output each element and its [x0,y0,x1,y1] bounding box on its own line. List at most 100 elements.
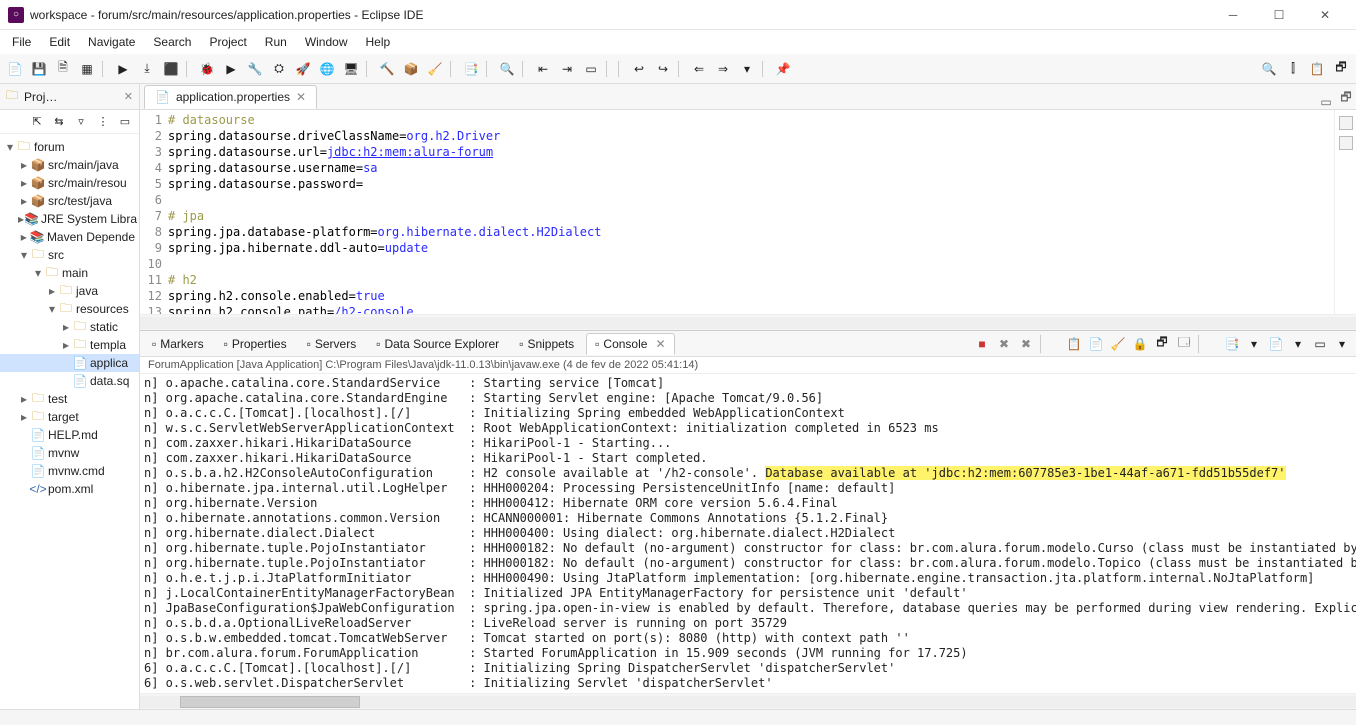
console-tool-13[interactable]: 📄 [1266,334,1286,354]
editor-tab-application-properties[interactable]: 📄 application.properties ✕ [144,85,317,109]
toolbar-button-31[interactable]: ↪ [652,58,674,80]
toolbar-right-button-1[interactable]: ⫿ [1282,58,1304,80]
tree-node[interactable]: ▸📦src/test/java [0,192,139,210]
console-tool-6[interactable]: 🧹 [1108,334,1128,354]
console-tool-14[interactable]: ▾ [1288,334,1308,354]
tab-servers[interactable]: ▫Servers [299,334,365,354]
twisty-icon[interactable]: ▸ [18,158,30,172]
menu-project[interactable]: Project [201,33,254,51]
toolbar-button-11[interactable]: 🔧 [244,58,266,80]
console-tool-7[interactable]: 🔒 [1130,334,1150,354]
menu-window[interactable]: Window [297,33,356,51]
console-tool-12[interactable]: ▾ [1244,334,1264,354]
console-tool-8[interactable]: 🗗 [1152,334,1172,354]
minimize-button[interactable]: ─ [1210,0,1256,30]
editor-restore-button[interactable]: 🗗 [1336,88,1356,109]
toolbar-right-button-0[interactable]: 🔍 [1258,58,1280,80]
tree-node[interactable]: 📄mvnw [0,444,139,462]
toolbar-button-23[interactable]: 🔍 [496,58,518,80]
close-icon[interactable]: ✕ [655,337,665,351]
menu-help[interactable]: Help [358,33,399,51]
menu-search[interactable]: Search [145,33,199,51]
tab-properties[interactable]: ▫Properties [216,334,295,354]
filter-button[interactable]: ▿ [71,112,91,132]
tree-node[interactable]: ▸🗀test [0,390,139,408]
twisty-icon[interactable]: ▸ [46,284,58,298]
console-tool-0[interactable]: ■ [972,334,992,354]
maximize-button[interactable]: ☐ [1256,0,1302,30]
console-tool-15[interactable]: ▭ [1310,334,1330,354]
console-tool-5[interactable]: 📄 [1086,334,1106,354]
menu-edit[interactable]: Edit [41,33,78,51]
tree-node[interactable]: 📄applica [0,354,139,372]
tree-node[interactable]: ▸📚Maven Depende [0,228,139,246]
tree-node[interactable]: ▾🗀src [0,246,139,264]
task-list-icon[interactable] [1339,136,1353,150]
editor-maximize-button[interactable]: ▭ [1316,95,1336,109]
twisty-icon[interactable]: ▸ [18,392,30,406]
toolbar-button-15[interactable]: 🖥 [340,58,362,80]
tree-node[interactable]: ▸🗀java [0,282,139,300]
toolbar-button-1[interactable]: 💾 [28,58,50,80]
console-horizontal-scrollbar[interactable] [140,693,1356,709]
tree-node[interactable]: ▸🗀templa [0,336,139,354]
close-button[interactable]: ✕ [1302,0,1348,30]
tree-node[interactable]: </>pom.xml [0,480,139,498]
tab-markers[interactable]: ▫Markers [144,334,212,354]
toolbar-button-2[interactable]: 🗎 [52,58,74,80]
toolbar-button-14[interactable]: 🌐 [316,58,338,80]
tree-node[interactable]: ▾🗀forum [0,138,139,156]
toolbar-right-button-2[interactable]: 📋 [1306,58,1328,80]
tab-data-source-explorer[interactable]: ▫Data Source Explorer [368,334,507,354]
console-output[interactable]: n] o.apache.catalina.core.StandardServic… [140,374,1356,693]
tree-node[interactable]: ▾🗀resources [0,300,139,318]
toolbar-button-21[interactable]: 📑 [460,58,482,80]
toolbar-button-9[interactable]: 🐞 [196,58,218,80]
toolbar-button-7[interactable]: ⬛ [160,58,182,80]
toolbar-button-12[interactable]: ⛭ [268,58,290,80]
link-editor-button[interactable]: ⇆ [49,112,69,132]
toolbar-button-27[interactable]: ▭ [580,58,602,80]
toolbar-button-34[interactable]: ⇒ [712,58,734,80]
twisty-icon[interactable]: ▸ [18,230,30,244]
twisty-icon[interactable]: ▾ [4,140,16,154]
console-tool-1[interactable]: ✖ [994,334,1014,354]
toolbar-button-33[interactable]: ⇐ [688,58,710,80]
project-tree[interactable]: ▾🗀forum▸📦src/main/java▸📦src/main/resou▸📦… [0,134,139,709]
tree-node[interactable]: ▾🗀main [0,264,139,282]
console-tool-11[interactable]: 📑 [1222,334,1242,354]
code-area[interactable]: # datasourse spring.datasourse.driveClas… [168,110,1334,314]
collapse-all-button[interactable]: ⇱ [27,112,47,132]
menu-navigate[interactable]: Navigate [80,33,143,51]
toolbar-button-5[interactable]: ▶ [112,58,134,80]
twisty-icon[interactable]: ▾ [18,248,30,262]
menu-file[interactable]: File [4,33,39,51]
tree-node[interactable]: 📄mvnw.cmd [0,462,139,480]
tree-node[interactable]: 📄data.sq [0,372,139,390]
close-icon[interactable]: ✕ [296,90,306,104]
tab-console[interactable]: ▫Console✕ [586,333,674,355]
project-explorer-tab[interactable]: 🗀 Proj… ✕ [0,84,139,110]
toolbar-button-0[interactable]: 📄 [4,58,26,80]
tree-node[interactable]: ▸📦src/main/java [0,156,139,174]
console-tool-16[interactable]: ▾ [1332,334,1352,354]
tree-node[interactable]: ▸📚JRE System Libra [0,210,139,228]
text-editor[interactable]: 1234567891011121314 # datasourse spring.… [140,110,1334,314]
twisty-icon[interactable]: ▸ [60,320,72,334]
toolbar-button-19[interactable]: 🧹 [424,58,446,80]
view-menu-button[interactable]: ⋮ [93,112,113,132]
twisty-icon[interactable]: ▸ [18,176,30,190]
tree-node[interactable]: 📄HELP.md [0,426,139,444]
toolbar-button-17[interactable]: 🔨 [376,58,398,80]
twisty-icon[interactable]: ▸ [60,338,72,352]
toolbar-button-26[interactable]: ⇥ [556,58,578,80]
outline-icon[interactable] [1339,116,1353,130]
tree-node[interactable]: ▸🗀target [0,408,139,426]
console-tool-4[interactable]: 📋 [1064,334,1084,354]
global-horizontal-scrollbar[interactable] [0,709,1356,725]
toolbar-button-10[interactable]: ▶ [220,58,242,80]
toolbar-button-18[interactable]: 📦 [400,58,422,80]
twisty-icon[interactable]: ▾ [46,302,58,316]
menu-run[interactable]: Run [257,33,295,51]
minimize-view-button[interactable]: ▭ [115,112,135,132]
